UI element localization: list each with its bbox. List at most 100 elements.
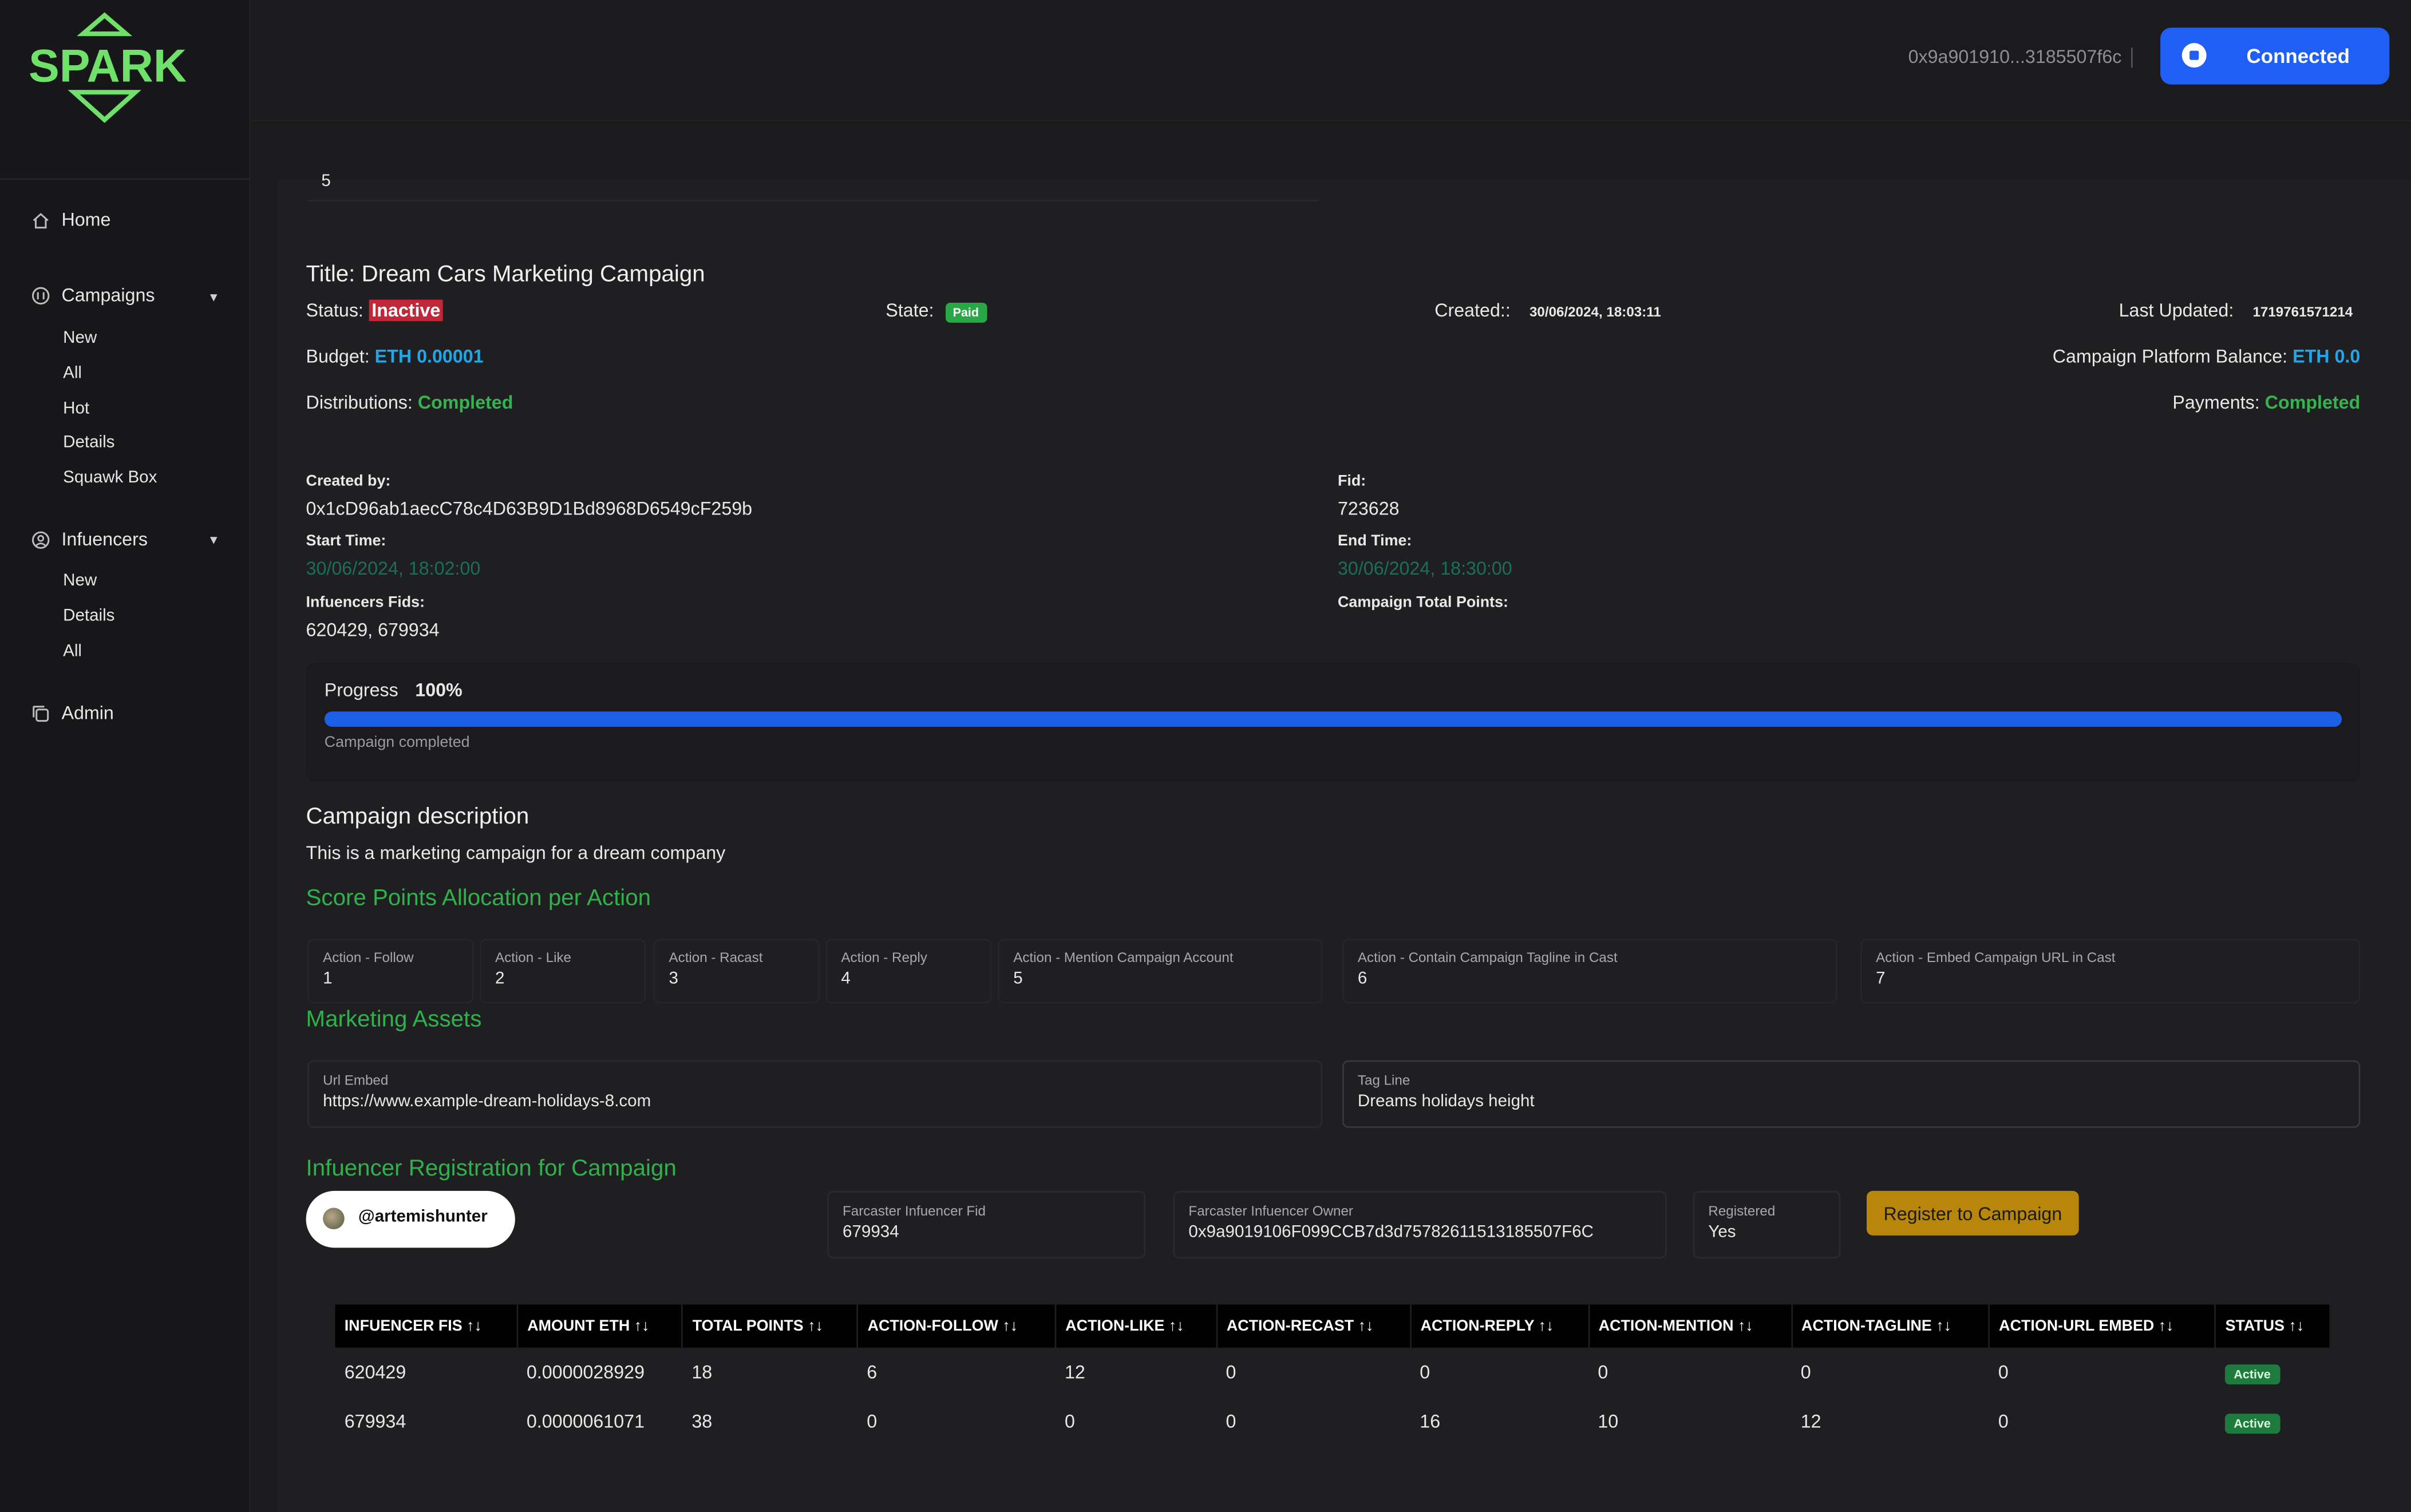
- action-value: 2: [495, 969, 505, 988]
- table-cell: 0: [1998, 1361, 2009, 1383]
- url-embed-field[interactable]: Url Embed https://www.example-dream-holi…: [307, 1060, 1323, 1128]
- platform-balance-value: ETH 0.0: [2293, 346, 2361, 367]
- sidebar-subitem-details[interactable]: Details: [63, 607, 114, 626]
- table-cell: 0: [1998, 1410, 2009, 1432]
- user-profile-button[interactable]: @artemishunter: [306, 1190, 515, 1248]
- action-value: 7: [1876, 969, 1886, 988]
- column-header[interactable]: ACTION-URL EMBED ↑↓: [1989, 1304, 2216, 1348]
- previous-item-value: 5: [321, 172, 331, 191]
- table-cell: 0.0000061071: [526, 1410, 645, 1432]
- status-label: Status:: [306, 299, 363, 322]
- divider: [2131, 48, 2133, 68]
- action-label: Action - Mention Campaign Account: [1013, 949, 1234, 965]
- sidebar-item-campaigns[interactable]: Campaigns: [31, 284, 155, 306]
- column-header[interactable]: ACTION-MENTION ↑↓: [1588, 1304, 1792, 1348]
- table-header-row: INFUENCER FIS ↑↓ AMOUNT ETH ↑↓ TOTAL POI…: [335, 1304, 2331, 1348]
- last-updated-row: Last Updated: 1719761571214: [2119, 300, 2353, 322]
- fid-value: 723628: [1337, 497, 1400, 520]
- farcaster-fid-label: Farcaster Infuencer Fid: [843, 1203, 986, 1219]
- column-header[interactable]: ACTION-REPLY ↑↓: [1410, 1304, 1590, 1348]
- sidebar-subitem-squawk-box[interactable]: Squawk Box: [63, 469, 157, 487]
- column-header[interactable]: ACTION-FOLLOW ↑↓: [857, 1304, 1057, 1348]
- column-header[interactable]: ACTION-TAGLINE ↑↓: [1791, 1304, 1990, 1348]
- campaign-detail-panel: 5 Title: Dream Cars Marketing Campaign S…: [276, 172, 2411, 1512]
- chevron-down-icon[interactable]: ▼: [208, 290, 220, 304]
- column-header[interactable]: ACTION-LIKE ↑↓: [1055, 1304, 1218, 1348]
- action-label: Action - Follow: [323, 949, 414, 965]
- column-header[interactable]: ACTION-RECAST ↑↓: [1216, 1304, 1412, 1348]
- home-icon: [31, 210, 51, 230]
- created-by-value: 0x1cD96ab1aecC78c4D63B9D1Bd8968D6549cF25…: [306, 497, 753, 520]
- table-cell: 0: [1226, 1361, 1236, 1383]
- start-time-value: 30/06/2024, 18:02:00: [306, 557, 481, 580]
- table-cell: 6: [867, 1361, 878, 1383]
- payments-value: Completed: [2264, 391, 2361, 414]
- sidebar-subitem-new[interactable]: New: [63, 329, 97, 347]
- sidebar-subitem-details[interactable]: Details: [63, 433, 114, 452]
- table-cell: Active: [2215, 1348, 2330, 1397]
- table-cell: 16: [1420, 1410, 1441, 1432]
- description-heading: Campaign description: [306, 804, 529, 830]
- table-cell: 0: [1420, 1361, 1430, 1383]
- created-by-label: Created by:: [306, 473, 391, 490]
- influencer-fids-label: Infuencers Fids:: [306, 595, 425, 612]
- sidebar-subitem-new[interactable]: New: [63, 572, 97, 590]
- created-value: 30/06/2024, 18:03:11: [1529, 304, 1661, 320]
- sidebar-subitem-all[interactable]: All: [63, 642, 82, 660]
- action-value: 1: [323, 969, 333, 988]
- created-label: Created::: [1434, 299, 1511, 322]
- tag-line-field[interactable]: Tag Line Dreams holidays height: [1342, 1060, 2361, 1128]
- influencer-fids-value: 620429, 679934: [306, 619, 440, 641]
- register-to-campaign-button[interactable]: Register to Campaign: [1867, 1190, 2079, 1236]
- table-cell: 0: [867, 1410, 878, 1432]
- farcaster-fid-field[interactable]: Farcaster Infuencer Fid 679934: [827, 1190, 1146, 1259]
- connect-wallet-button[interactable]: Connected: [2160, 27, 2390, 85]
- progress-bar-fill: [324, 711, 2342, 727]
- action-reply-box: Action - Reply 4: [825, 939, 992, 1004]
- table-cell: 0: [1598, 1361, 1608, 1383]
- table-cell: 0: [1064, 1410, 1075, 1432]
- sidebar-subitem-hot[interactable]: Hot: [63, 399, 89, 418]
- column-header[interactable]: STATUS ↑↓: [2215, 1304, 2331, 1348]
- wallet-address[interactable]: 0x9a901910...3185507f6c: [1908, 46, 2122, 68]
- sidebar-item-home[interactable]: Home: [31, 209, 110, 231]
- action-value: 6: [1357, 969, 1367, 988]
- table-cell: 38: [691, 1410, 713, 1432]
- sidebar-item-influencers[interactable]: Infuencers: [31, 529, 148, 550]
- sidebar-item-admin[interactable]: Admin: [31, 702, 114, 724]
- user-circle-icon: [31, 529, 51, 549]
- budget-value: ETH 0.00001: [374, 346, 484, 367]
- sidebar-subitem-all[interactable]: All: [63, 364, 82, 382]
- progress-label: Progress: [324, 679, 398, 701]
- wallet-status-icon: [2181, 43, 2207, 68]
- action-label: Action - Embed Campaign URL in Cast: [1876, 949, 2116, 965]
- column-header[interactable]: TOTAL POINTS ↑↓: [682, 1304, 859, 1348]
- action-label: Action - Racast: [669, 949, 763, 965]
- registered-field[interactable]: Registered Yes: [1693, 1190, 1841, 1259]
- budget-label: Budget:: [306, 346, 370, 367]
- tag-line-label: Tag Line: [1357, 1072, 1410, 1088]
- column-header[interactable]: INFUENCER FIS ↑↓: [335, 1304, 519, 1348]
- platform-balance-label: Campaign Platform Balance:: [2052, 346, 2288, 367]
- copy-icon: [31, 703, 51, 723]
- chevron-down-icon[interactable]: ▼: [208, 533, 220, 547]
- influencer-table: INFUENCER FIS ↑↓ AMOUNT ETH ↑↓ TOTAL POI…: [335, 1304, 2331, 1446]
- registered-label: Registered: [1708, 1203, 1776, 1219]
- avatar: [323, 1208, 345, 1229]
- last-updated-label: Last Updated:: [2118, 299, 2234, 322]
- farcaster-owner-field[interactable]: Farcaster Infuencer Owner 0x9a9019106F09…: [1173, 1190, 1667, 1259]
- status-badge: Inactive: [368, 299, 444, 322]
- table-row: 679934 0.0000061071 38 0 0 0 16 10 12 0 …: [335, 1397, 2330, 1446]
- progress-percent: 100%: [415, 679, 463, 701]
- table-cell: 679934: [344, 1410, 406, 1432]
- username: @artemishunter: [358, 1208, 488, 1226]
- status-badge: Active: [2224, 1364, 2280, 1385]
- table-cell: 620429: [344, 1361, 406, 1383]
- created-row: Created:: 30/06/2024, 18:03:11: [1434, 300, 1661, 322]
- end-time-value: 30/06/2024, 18:30:00: [1337, 557, 1512, 580]
- column-header[interactable]: AMOUNT ETH ↑↓: [517, 1304, 683, 1348]
- campaign-icon: [31, 285, 51, 305]
- distributions-label: Distributions:: [306, 391, 413, 414]
- spark-logo[interactable]: SPARK: [15, 12, 200, 123]
- table-cell: 12: [1800, 1410, 1821, 1432]
